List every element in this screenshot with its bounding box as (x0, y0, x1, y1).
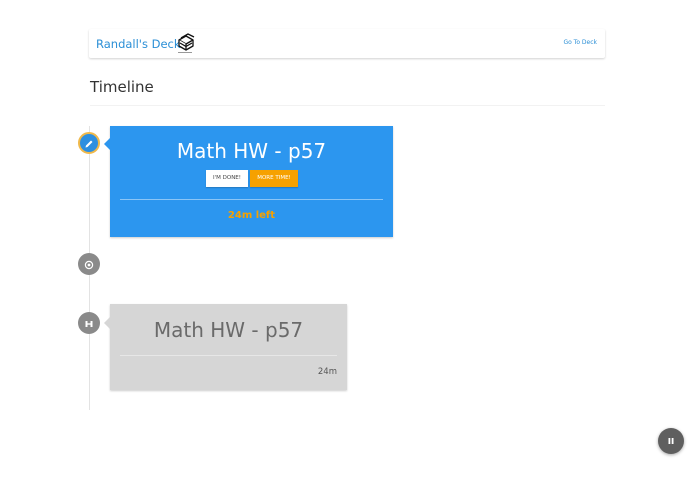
completed-task-card: Math HW - p57 24m (104, 304, 347, 390)
deck-title-link[interactable]: Randall's Deck (96, 37, 181, 51)
target-icon (84, 255, 94, 274)
pause-button[interactable] (658, 428, 684, 454)
timeline-node-active (78, 132, 100, 154)
active-task-card: Math HW - p57 I'M DONE! MORE TIME! 24m l… (104, 126, 393, 237)
card-divider (120, 355, 337, 356)
section-divider (90, 105, 605, 106)
task-duration: 24m (317, 367, 337, 377)
timeline-node-completed (78, 312, 100, 334)
im-done-button[interactable]: I'M DONE! (206, 170, 248, 187)
deck-header: Randall's Deck Go To Deck (89, 29, 605, 58)
pause-icon (666, 434, 676, 449)
active-task-title: Math HW - p57 (176, 139, 327, 163)
card-divider (120, 199, 383, 200)
more-time-button[interactable]: MORE TIME! (250, 170, 298, 187)
barbell-icon (84, 314, 94, 333)
stacked-cards-icon (176, 32, 196, 56)
completed-task-title: Math HW - p57 (153, 318, 304, 342)
page: Randall's Deck Go To Deck Timeline Math … (0, 0, 695, 494)
pencil-icon (84, 134, 94, 153)
go-to-deck-link[interactable]: Go To Deck (563, 39, 597, 46)
timeline-node-pending (78, 253, 100, 275)
page-title: Timeline (90, 78, 154, 96)
time-left-label: 24m left (227, 210, 276, 221)
